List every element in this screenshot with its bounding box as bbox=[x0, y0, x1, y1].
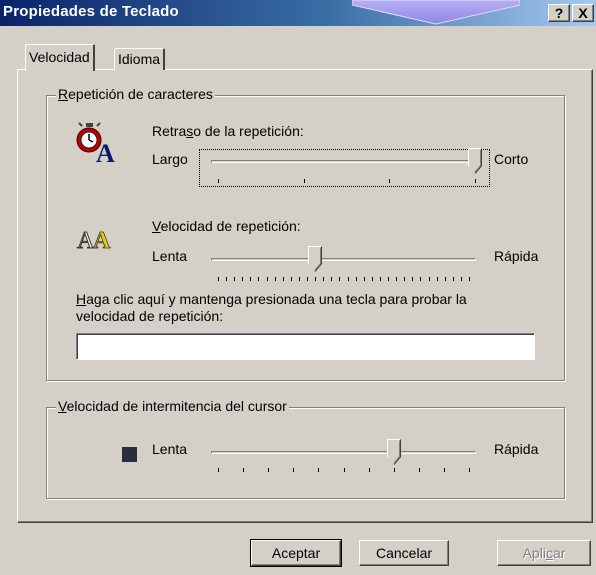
slider-tick bbox=[444, 277, 446, 281]
tab-velocidad[interactable]: Velocidad bbox=[25, 44, 95, 71]
slider-tick bbox=[243, 468, 245, 472]
keyboard-letters-icon: A A bbox=[77, 228, 112, 253]
slider-tick bbox=[389, 179, 391, 183]
slider-tick bbox=[258, 277, 260, 281]
slider-tick bbox=[298, 277, 300, 281]
slider-tick bbox=[475, 179, 476, 183]
rate-label: Velocidad de repetición: bbox=[152, 218, 301, 234]
tab-idioma[interactable]: Idioma bbox=[114, 48, 166, 70]
slider-tick bbox=[218, 468, 219, 472]
rate-left-label: Lenta bbox=[152, 248, 188, 264]
slider-tick bbox=[420, 277, 422, 281]
slider-tick bbox=[323, 277, 325, 281]
cancel-button[interactable]: Cancelar bbox=[359, 540, 449, 566]
rate-right-label: Rápida bbox=[494, 248, 539, 264]
keyboard-properties-dialog: Propiedades de Teclado ? X Velocidad Idi… bbox=[0, 0, 596, 575]
svg-text:A: A bbox=[96, 139, 115, 164]
slider-tick bbox=[218, 179, 219, 183]
slider-track bbox=[211, 160, 482, 163]
repeat-group-legend: Repetición de caracteres bbox=[56, 86, 215, 102]
ok-button[interactable]: Aceptar bbox=[250, 539, 342, 567]
slider-thumb[interactable] bbox=[308, 246, 323, 272]
stopwatch-icon: A bbox=[76, 122, 115, 164]
slider-tick bbox=[290, 277, 292, 281]
slider-tick bbox=[315, 277, 317, 281]
slider-tick bbox=[443, 468, 445, 472]
cursor-block-icon bbox=[122, 447, 137, 462]
slider-tick bbox=[404, 277, 406, 281]
slider-tick bbox=[368, 468, 370, 472]
delay-label: Retraso de la repetición: bbox=[152, 123, 304, 139]
slider-tick bbox=[234, 277, 236, 281]
slider-thumb[interactable] bbox=[386, 439, 401, 465]
slider-tick bbox=[303, 179, 305, 183]
slider-tick bbox=[393, 468, 395, 472]
slider-tick bbox=[396, 277, 398, 281]
decorative-arrow-icon bbox=[352, 0, 520, 25]
slider-tick bbox=[242, 277, 244, 281]
slider-track bbox=[211, 451, 476, 454]
slider-tick bbox=[469, 468, 470, 472]
cursor-right-label: Rápida bbox=[494, 441, 539, 457]
slider-tick bbox=[343, 468, 345, 472]
help-button[interactable]: ? bbox=[548, 4, 570, 22]
slider-tick bbox=[388, 277, 390, 281]
slider-tick bbox=[371, 277, 373, 281]
repeat-test-input[interactable] bbox=[76, 333, 535, 360]
slider-tick bbox=[218, 277, 219, 281]
slider-tick bbox=[412, 277, 414, 281]
slider-tick bbox=[418, 468, 420, 472]
slider-tick bbox=[460, 277, 462, 281]
slider-tick bbox=[469, 277, 470, 281]
slider-thumb[interactable] bbox=[468, 148, 482, 174]
slider-tick bbox=[293, 468, 295, 472]
test-label-line1: Haga clic aquí y mantenga presionada una… bbox=[76, 291, 467, 307]
slider-tick bbox=[318, 468, 320, 472]
slider-tick bbox=[226, 277, 228, 281]
delay-right-label: Corto bbox=[494, 151, 529, 167]
slider-tick bbox=[436, 277, 438, 281]
slider-tick bbox=[339, 277, 341, 281]
slider-tick bbox=[282, 277, 284, 281]
slider-tick bbox=[331, 277, 333, 281]
slider-tick bbox=[355, 277, 357, 281]
slider-tick bbox=[347, 277, 349, 281]
slider-tick bbox=[274, 277, 276, 281]
test-label-line2: velocidad de repetición: bbox=[76, 308, 224, 324]
slider-tick bbox=[452, 277, 454, 281]
delay-left-label: Largo bbox=[152, 151, 188, 167]
slider-tick bbox=[268, 468, 270, 472]
slider-tick bbox=[363, 277, 365, 281]
cursor-left-label: Lenta bbox=[152, 441, 188, 457]
slider-tick bbox=[250, 277, 252, 281]
svg-text:A: A bbox=[93, 228, 111, 252]
slider-tick bbox=[266, 277, 268, 281]
delay-focus-rect bbox=[199, 149, 490, 187]
window-title: Propiedades de Teclado bbox=[3, 3, 179, 20]
slider-tick bbox=[428, 277, 430, 281]
cursor-group-legend: Velocidad de intermitencia del cursor bbox=[56, 398, 289, 414]
slider-tick bbox=[379, 277, 381, 281]
slider-track bbox=[211, 258, 476, 261]
slider-tick bbox=[307, 277, 309, 281]
apply-button[interactable]: Aplicar bbox=[497, 540, 591, 566]
close-button[interactable]: X bbox=[572, 4, 594, 22]
